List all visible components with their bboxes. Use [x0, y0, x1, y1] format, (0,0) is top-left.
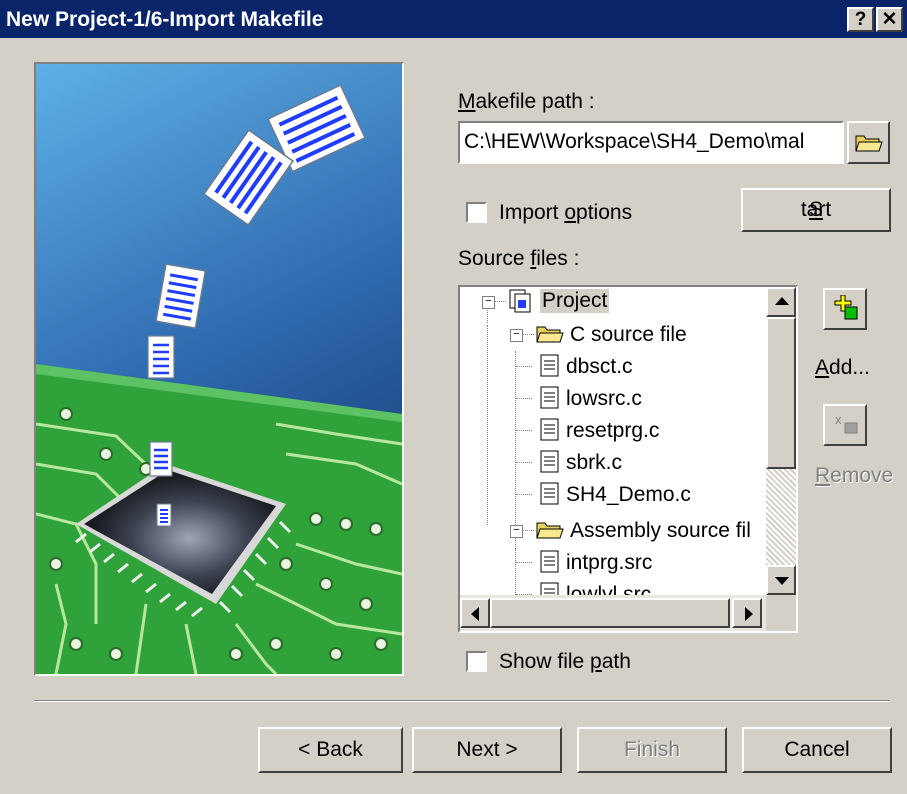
- horizontal-scrollbar[interactable]: [460, 595, 766, 631]
- folder-icon: [536, 522, 564, 539]
- import-options-checkbox[interactable]: [466, 202, 487, 223]
- file-icon: [540, 550, 559, 573]
- remove-label: Remove: [815, 464, 893, 488]
- help-icon: ?: [854, 9, 867, 30]
- tree-item-label: lowsrc.c: [566, 387, 642, 410]
- show-file-path-label[interactable]: Show file path: [499, 650, 631, 674]
- scroll-thumb-horizontal[interactable]: [490, 598, 730, 628]
- remove-text: emove: [830, 464, 894, 487]
- source-files-text-post: iles :: [536, 247, 580, 270]
- import-options-hotkey: o: [564, 201, 577, 224]
- tree-connector: [487, 307, 488, 323]
- back-button-label: < Back: [298, 738, 363, 761]
- scroll-left-button[interactable]: [460, 598, 490, 628]
- tree-item-label: sbrk.c: [566, 451, 623, 474]
- collapse-toggle[interactable]: −: [510, 525, 523, 538]
- close-icon: ✕: [881, 9, 898, 30]
- close-button[interactable]: ✕: [876, 7, 903, 32]
- folder-open-icon: [855, 135, 883, 152]
- makefile-path-label: Makefile path :: [458, 90, 595, 114]
- import-options-text: Import: [499, 201, 565, 224]
- tree-connector: [522, 530, 534, 531]
- scroll-corner: [766, 595, 796, 631]
- show-file-path-text-post: ath: [601, 650, 631, 673]
- tree-connector: [516, 398, 532, 399]
- cancel-button-label: Cancel: [784, 738, 850, 761]
- tree-connector: [516, 366, 532, 367]
- help-button[interactable]: ?: [847, 7, 874, 32]
- makefile-path-field[interactable]: [458, 121, 844, 164]
- makefile-path-input[interactable]: [460, 123, 840, 160]
- arrow-right-icon: [745, 607, 753, 621]
- scroll-right-button[interactable]: [732, 598, 762, 628]
- finish-button: Finish: [577, 727, 727, 773]
- cancel-button[interactable]: Cancel: [742, 727, 892, 773]
- title-bar: New Project-1/6-Import Makefile ? ✕: [0, 0, 907, 38]
- tree-connector: [515, 351, 516, 571]
- vertical-scrollbar[interactable]: [766, 287, 796, 595]
- tree-item-label: intprg.src: [566, 551, 653, 574]
- scroll-thumb[interactable]: [766, 317, 796, 469]
- next-button-label: Next >: [456, 738, 518, 761]
- scroll-track[interactable]: [766, 469, 796, 565]
- scroll-up-button[interactable]: [766, 287, 796, 317]
- add-button[interactable]: [823, 288, 867, 330]
- wizard-illustration: [34, 62, 404, 676]
- source-files-label: Source files :: [458, 247, 579, 271]
- tree-item-label: SH4_Demo.c: [566, 483, 691, 506]
- add-file-icon: [834, 295, 858, 320]
- finish-button-label: Finish: [623, 738, 681, 761]
- arrow-up-icon: [775, 297, 789, 305]
- add-hotkey: A: [815, 356, 830, 379]
- makefile-hotkey: M: [458, 90, 476, 113]
- tree-item-label: resetprg.c: [566, 419, 660, 442]
- next-button[interactable]: Next >: [412, 727, 562, 773]
- file-icon: [540, 386, 559, 409]
- file-icon: [540, 418, 559, 441]
- tree-connector: [516, 562, 532, 563]
- tree-connector: [516, 462, 532, 463]
- source-files-tree[interactable]: − − − Project C source file dbsct.c lows…: [458, 285, 798, 633]
- file-icon: [540, 354, 559, 377]
- svg-text:x: x: [835, 412, 842, 427]
- file-icon: [540, 482, 559, 505]
- arrow-left-icon: [471, 607, 479, 621]
- tree-connector: [494, 301, 506, 302]
- tree-item-label: Assembly source fil: [570, 519, 751, 542]
- footer-divider: [34, 700, 890, 702]
- makefile-label-text: akefile path :: [475, 90, 595, 113]
- remove-hotkey: R: [815, 464, 831, 487]
- remove-button[interactable]: x: [823, 404, 867, 446]
- tree-item-label: dbsct.c: [566, 355, 633, 378]
- show-file-path-checkbox[interactable]: [466, 651, 487, 672]
- collapse-toggle[interactable]: −: [482, 296, 495, 309]
- back-button[interactable]: < Back: [258, 727, 403, 773]
- tree-connector: [516, 494, 532, 495]
- project-icon: [509, 289, 531, 313]
- tree-item-label: Project: [540, 289, 610, 313]
- browse-button[interactable]: [847, 121, 890, 164]
- file-icon: [540, 450, 559, 473]
- tree-connector: [487, 325, 488, 525]
- source-files-text: Source: [458, 247, 531, 270]
- show-file-path-hotkey: p: [590, 650, 602, 673]
- scroll-down-button[interactable]: [766, 565, 796, 595]
- import-options-label[interactable]: Import options: [499, 201, 632, 225]
- collapse-toggle[interactable]: −: [510, 329, 523, 342]
- import-options-text-post: ptions: [576, 201, 633, 224]
- tree-connector: [516, 430, 532, 431]
- window-title: New Project-1/6-Import Makefile: [6, 8, 324, 31]
- arrow-down-icon: [775, 577, 789, 585]
- start-text: tart: [800, 198, 832, 221]
- remove-file-icon: x: [835, 412, 858, 434]
- tree-connector: [522, 334, 534, 335]
- folder-icon: [536, 326, 564, 343]
- add-label[interactable]: Add...: [815, 356, 870, 380]
- start-button[interactable]: Start: [741, 188, 891, 232]
- show-file-path-text: Show file: [499, 650, 591, 673]
- add-text: dd...: [829, 356, 870, 379]
- tree-item-label: C source file: [570, 323, 687, 346]
